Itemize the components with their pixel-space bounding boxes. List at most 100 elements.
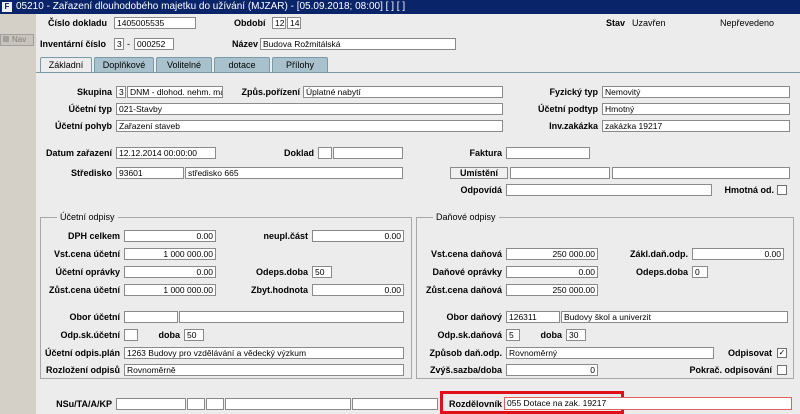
- ucetni-opravky-field[interactable]: 0.00: [124, 266, 216, 278]
- ucetni-odpis-plan-label: Účetní odpis.plán: [44, 348, 120, 358]
- pokrac-odpisovani-checkbox[interactable]: [777, 365, 787, 375]
- stav-label: Stav: [606, 18, 626, 28]
- stredisko-nazev-field[interactable]: středisko 665: [185, 167, 403, 179]
- ta-field[interactable]: [187, 398, 205, 410]
- obor-danovy-kod-field[interactable]: 126311: [506, 311, 560, 323]
- nav-tab[interactable]: Nav: [0, 34, 34, 46]
- fyzicky-typ-field[interactable]: Nemovitý: [602, 86, 790, 98]
- obdobi-label: Období: [234, 18, 266, 28]
- danove-opravky-label: Daňové oprávky: [432, 267, 502, 277]
- inv-cislo-field[interactable]: 000252: [134, 38, 174, 50]
- cislo-dokladu-field[interactable]: 1405005535: [114, 17, 196, 29]
- ucetni-typ-field[interactable]: 021-Stavby: [116, 103, 503, 115]
- umisteni-button[interactable]: Umístění: [450, 167, 508, 179]
- tab-doplnkove[interactable]: Doplňkové: [94, 57, 154, 72]
- rozdelovnik-field[interactable]: 055 Dotace na zak. 19217: [504, 397, 792, 410]
- odpovida-label: Odpovídá: [460, 185, 502, 195]
- faktura-field[interactable]: [506, 147, 590, 159]
- doklad-prefix-field[interactable]: [318, 147, 332, 159]
- zvys-sazba-field[interactable]: 0: [506, 364, 598, 376]
- odp-sk-danova-label: Odp.sk.daňová: [437, 330, 502, 340]
- skupina-kod-field[interactable]: 3: [116, 86, 126, 98]
- neupl-cast-label: neupl.část: [263, 231, 308, 241]
- form-area: Číslo dokladu 1405005535 Období 12 14 St…: [36, 14, 800, 414]
- zpus-porizeni-field[interactable]: Úplatné nabytí: [303, 86, 503, 98]
- vst-cena-ucetni-field[interactable]: 1 000 000.00: [124, 248, 216, 260]
- doba-ucetni-label: doba: [158, 330, 181, 340]
- kp-field[interactable]: [225, 398, 351, 410]
- odeps-doba-ucetni-label: Odeps.doba: [255, 267, 308, 277]
- datum-zarazeni-field[interactable]: 12.12.2014 00:00:00: [116, 147, 216, 159]
- odeps-doba-ucetni-field[interactable]: 50: [312, 266, 332, 278]
- doklad-field[interactable]: [333, 147, 403, 159]
- zvys-sazba-label: Zvýš.sazba/doba: [429, 365, 502, 375]
- tab-zakladni[interactable]: Základní: [40, 57, 92, 73]
- stredisko-label: Středisko: [70, 168, 112, 178]
- umisteni-kod-field[interactable]: [510, 167, 610, 179]
- vst-cena-danova-field[interactable]: 250 000.00: [506, 248, 598, 260]
- obor-ucetni-kod-field[interactable]: [124, 311, 178, 323]
- fyzicky-typ-label: Fyzický typ: [549, 87, 598, 97]
- tab-panel-zakladni: Skupina 3 DNM - dlohod. nehm. ma Způs.po…: [36, 72, 800, 414]
- inv-separator: -: [127, 39, 130, 49]
- obdobi-mesic-field[interactable]: 14: [287, 17, 301, 29]
- zbyt-hodnota-field[interactable]: 0.00: [312, 284, 404, 296]
- nav-label: Nav: [12, 35, 27, 44]
- tab-prilohy[interactable]: Přílohy: [272, 57, 328, 72]
- ucetni-podtyp-field[interactable]: Hmotný: [602, 103, 790, 115]
- tab-volitelne[interactable]: Volitelné: [156, 57, 212, 72]
- nazev-field[interactable]: Budova Rožmitálská: [260, 38, 456, 50]
- ucetni-pohyb-field[interactable]: Zařazení staveb: [116, 120, 503, 132]
- a-field[interactable]: [206, 398, 224, 410]
- kp-extra-field[interactable]: [352, 398, 438, 410]
- hmotna-od-checkbox[interactable]: [777, 185, 787, 195]
- obor-ucetni-nazev-field[interactable]: [179, 311, 404, 323]
- hmotna-od-label: Hmotná od.: [724, 185, 775, 195]
- window-title-bar: F 05210 - Zařazení dlouhodobého majetku …: [0, 0, 800, 14]
- zpusob-dan-odp-field[interactable]: Rovnoměrný: [506, 347, 714, 359]
- zust-cena-danova-field[interactable]: 250 000.00: [506, 284, 598, 296]
- zust-cena-ucetni-field[interactable]: 1 000 000.00: [124, 284, 216, 296]
- tab-dotace[interactable]: dotace: [214, 57, 270, 72]
- nsu-field[interactable]: [116, 398, 186, 410]
- odpisovat-checkbox[interactable]: ✓: [777, 348, 787, 358]
- odeps-doba-danova-field[interactable]: 0: [692, 266, 708, 278]
- danove-opravky-field[interactable]: 0.00: [506, 266, 598, 278]
- neupl-cast-field[interactable]: 0.00: [312, 230, 404, 242]
- nav-icon: [3, 36, 9, 42]
- inv-prefix-field[interactable]: 3: [114, 38, 124, 50]
- rozlozeni-odpisu-field[interactable]: Rovnoměrně: [124, 364, 404, 376]
- obor-danovy-nazev-field[interactable]: Budovy škol a univerzit: [561, 311, 788, 323]
- ucetni-odpis-plan-field[interactable]: 1263 Budovy pro vzdělávání a vědecký výz…: [124, 347, 404, 359]
- inv-zakazka-field[interactable]: zakázka 19217: [602, 120, 790, 132]
- zakl-dan-odp-label: Zákl.daň.odp.: [629, 249, 688, 259]
- neprevedeno-value: Nepřevedeno: [720, 18, 775, 28]
- ucetni-typ-label: Účetní typ: [68, 104, 112, 114]
- doba-ucetni-field[interactable]: 50: [184, 329, 204, 341]
- doklad-label: Doklad: [283, 148, 314, 158]
- umisteni-nazev-field[interactable]: [612, 167, 790, 179]
- odp-sk-ucetni-label: Odp.sk.účetní: [60, 330, 120, 340]
- doba-danova-field[interactable]: 30: [566, 329, 586, 341]
- cislo-dokladu-label: Číslo dokladu: [48, 18, 108, 28]
- zbyt-hodnota-label: Zbyt.hodnota: [251, 285, 308, 295]
- app-icon: F: [2, 2, 12, 12]
- obdobi-rok-field[interactable]: 12: [272, 17, 286, 29]
- inv-zakazka-label: Inv.zakázka: [549, 121, 598, 131]
- dph-celkem-field[interactable]: 0.00: [124, 230, 216, 242]
- zakl-dan-odp-field[interactable]: 0.00: [692, 248, 784, 260]
- rozlozeni-odpisu-label: Rozložení odpisů: [46, 365, 120, 375]
- zpus-porizeni-label: Způs.pořízení: [241, 87, 301, 97]
- odp-sk-danova-field[interactable]: 5: [506, 329, 520, 341]
- skupina-label: Skupina: [76, 87, 112, 97]
- stav-value: Uzavřen: [632, 18, 666, 28]
- stredisko-kod-field[interactable]: 93601: [116, 167, 184, 179]
- odp-sk-ucetni-field[interactable]: [124, 329, 138, 341]
- odpovida-field[interactable]: [506, 184, 712, 196]
- odpisovat-label: Odpisovat: [727, 348, 772, 358]
- zust-cena-danova-label: Zůst.cena daňová: [425, 285, 502, 295]
- vst-cena-danova-label: Vst.cena daňová: [430, 249, 502, 259]
- zpusob-dan-odp-label: Způsob daň.odp.: [429, 348, 503, 358]
- ucetni-odpisy-title: Účetní odpisy: [57, 211, 118, 223]
- skupina-nazev-field[interactable]: DNM - dlohod. nehm. ma: [127, 86, 223, 98]
